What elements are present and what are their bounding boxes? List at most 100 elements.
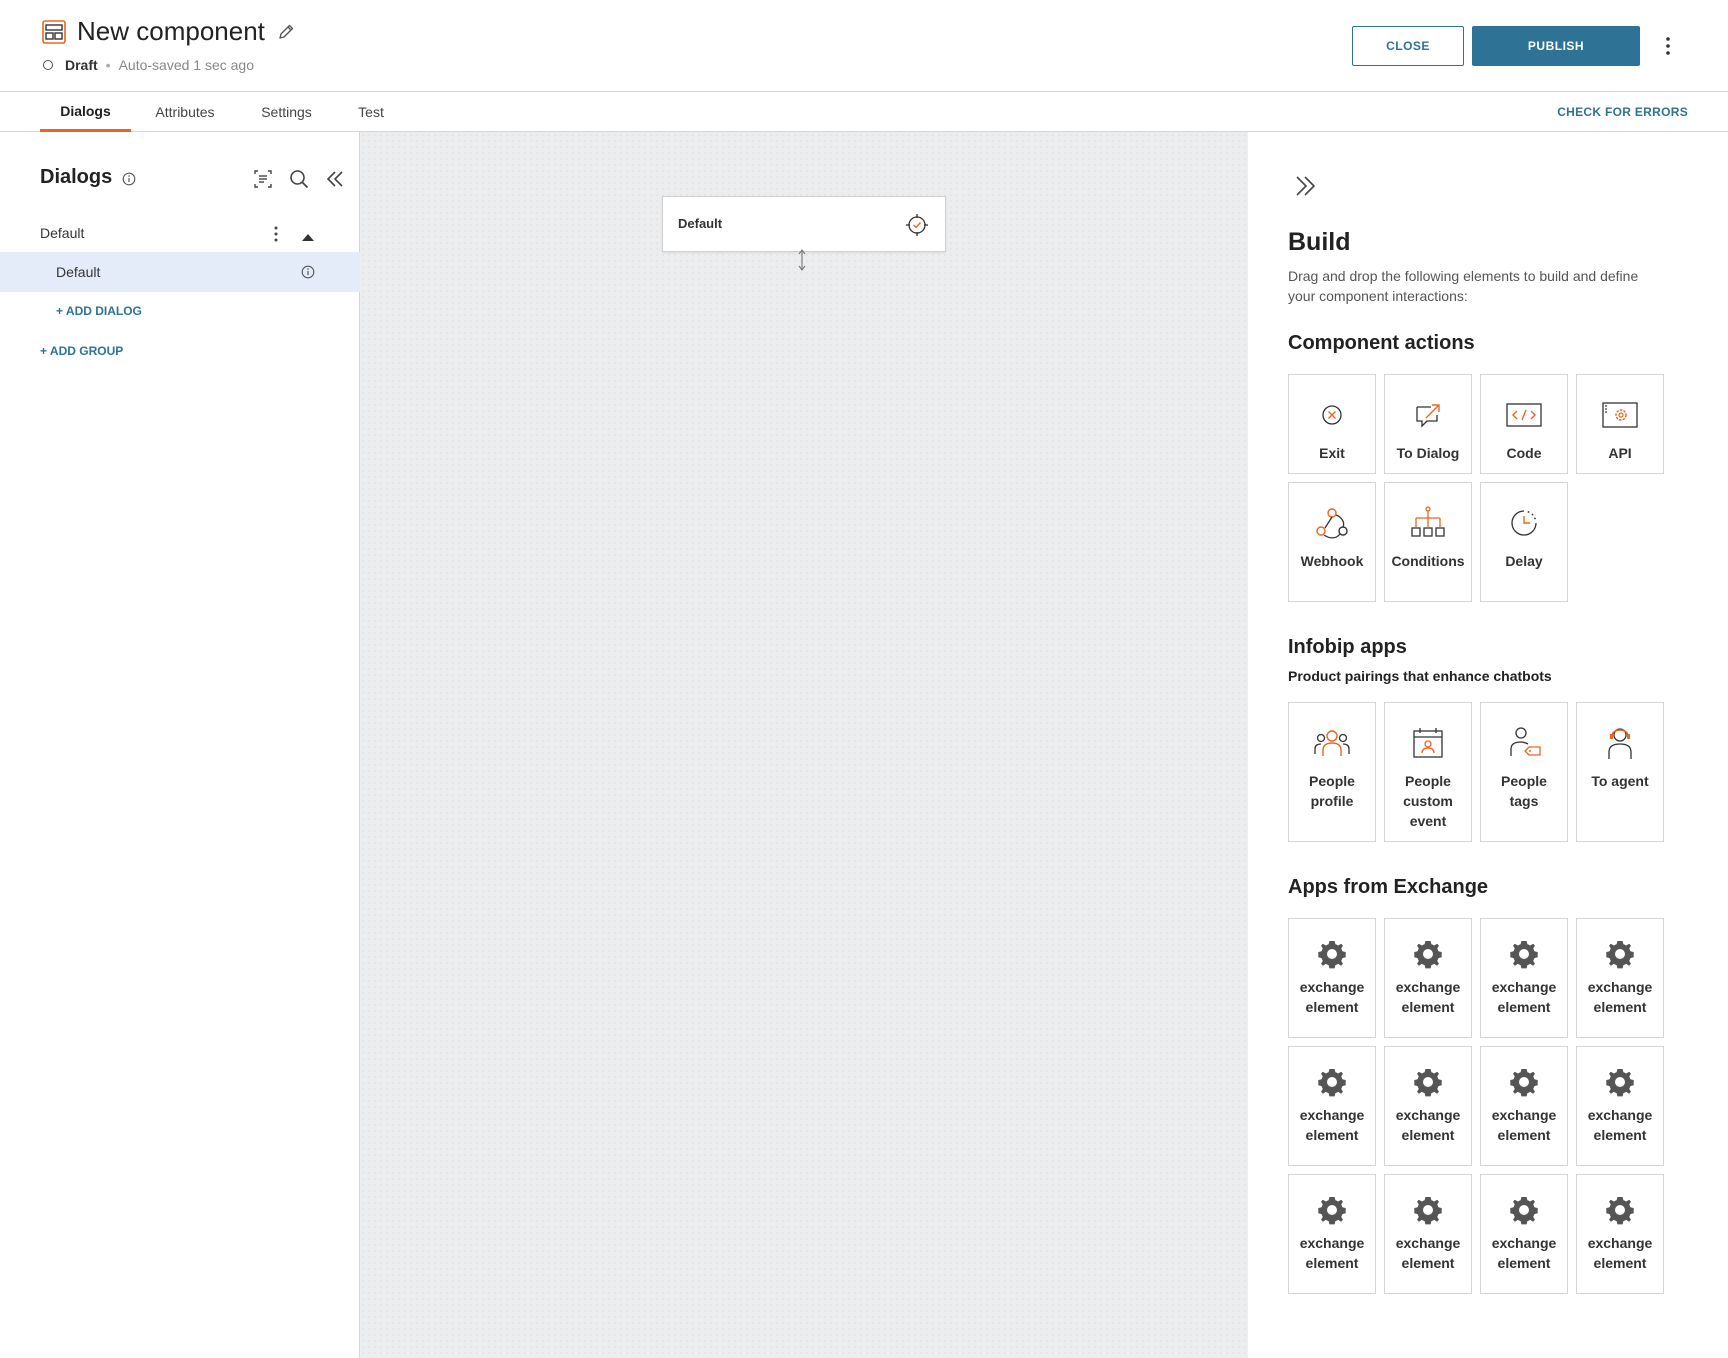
code-icon — [1504, 395, 1544, 435]
delay-element[interactable]: Delay — [1480, 482, 1568, 602]
sidebar-toolbar — [252, 168, 346, 190]
code-element[interactable]: Code — [1480, 374, 1568, 474]
search-icon[interactable] — [288, 168, 310, 190]
publish-button[interactable]: PUBLISH — [1472, 26, 1640, 66]
exchange-element-card[interactable]: exchange element — [1576, 918, 1664, 1038]
element-label: exchange element — [1299, 1107, 1365, 1143]
element-label: People tags — [1501, 773, 1547, 809]
element-label: To agent — [1591, 773, 1649, 789]
info-icon[interactable] — [122, 172, 136, 186]
build-description: Drag and drop the following elements to … — [1288, 268, 1639, 304]
page-title: New component — [77, 16, 265, 46]
exchange-element-card[interactable]: exchange element — [1384, 1046, 1472, 1166]
group-more-icon[interactable] — [268, 224, 284, 244]
exchange-element-card[interactable]: exchange element — [1576, 1174, 1664, 1294]
expand-panel-icon[interactable] — [1292, 172, 1320, 200]
dialog-info-icon[interactable] — [301, 265, 315, 279]
group-label: Default — [40, 225, 85, 241]
element-label: Code — [1506, 445, 1542, 461]
exchange-element-card[interactable]: exchange element — [1480, 1174, 1568, 1294]
element-label: exchange element — [1395, 1235, 1461, 1271]
api-element[interactable]: API — [1576, 374, 1664, 474]
collapse-sidebar-icon[interactable] — [324, 168, 346, 190]
gear-icon — [1411, 1193, 1445, 1227]
infobip-apps-title: Infobip apps — [1288, 636, 1407, 658]
exchange-element-card[interactable]: exchange element — [1480, 1046, 1568, 1166]
agent-headset-icon — [1600, 723, 1640, 763]
gear-icon — [1603, 1065, 1637, 1099]
add-group-button[interactable]: + ADD GROUP — [40, 344, 123, 358]
gear-icon — [1411, 937, 1445, 971]
check-for-errors-button[interactable]: CHECK FOR ERRORS — [1557, 92, 1688, 132]
element-label: To Dialog — [1396, 445, 1460, 461]
exchange-element-card[interactable]: exchange element — [1384, 918, 1472, 1038]
people-tags-element[interactable]: People tags — [1480, 702, 1568, 842]
gear-icon — [1507, 937, 1541, 971]
element-label: People custom event — [1403, 773, 1453, 829]
dialogs-sidebar: Dialogs Default Default + ADD DIALOG + A… — [0, 132, 360, 1358]
element-label: Webhook — [1300, 553, 1364, 569]
element-label: exchange element — [1395, 1107, 1461, 1143]
gear-icon — [1315, 1065, 1349, 1099]
element-label: exchange element — [1491, 1107, 1557, 1143]
title-row: New component — [41, 16, 295, 47]
exit-element[interactable]: Exit — [1288, 374, 1376, 474]
dialog-group-row[interactable]: Default — [0, 216, 360, 252]
conditions-icon — [1408, 503, 1448, 543]
tab-attributes[interactable]: Attributes — [143, 92, 227, 132]
element-label: People profile — [1309, 773, 1355, 809]
element-label: Conditions — [1391, 553, 1465, 569]
exchange-element-card[interactable]: exchange element — [1576, 1046, 1664, 1166]
element-label: exchange element — [1299, 1235, 1365, 1271]
build-title: Build — [1288, 228, 1351, 256]
exchange-element-card[interactable]: exchange element — [1288, 918, 1376, 1038]
dialog-list-item[interactable]: Default — [0, 252, 360, 292]
component-actions-title: Component actions — [1288, 332, 1475, 354]
exchange-element-card[interactable]: exchange element — [1384, 1174, 1472, 1294]
exchange-element-card[interactable]: exchange element — [1480, 918, 1568, 1038]
people-profile-element[interactable]: People profile — [1288, 702, 1376, 842]
element-label: exchange element — [1299, 979, 1365, 1015]
webhook-icon — [1312, 503, 1352, 543]
more-options-icon[interactable] — [1658, 34, 1678, 58]
tab-bar: Dialogs Attributes Settings Test CHECK F… — [0, 92, 1728, 132]
tab-dialogs[interactable]: Dialogs — [40, 92, 131, 132]
element-label: exchange element — [1491, 979, 1557, 1015]
webhook-element[interactable]: Webhook — [1288, 482, 1376, 602]
element-label: exchange element — [1587, 1107, 1653, 1143]
build-panel: Build Drag and drop the following elemen… — [1248, 132, 1728, 1358]
add-dialog-button[interactable]: + ADD DIALOG — [56, 304, 142, 318]
flow-canvas[interactable]: Default — [360, 132, 1248, 1358]
outline-view-icon[interactable] — [252, 168, 274, 190]
edit-pencil-icon[interactable] — [277, 23, 295, 41]
exchange-apps-title: Apps from Exchange — [1288, 876, 1489, 898]
caret-up-icon[interactable] — [300, 229, 316, 241]
gear-icon — [1603, 937, 1637, 971]
dialog-label: Default — [56, 264, 101, 280]
exchange-element-card[interactable]: exchange element — [1288, 1174, 1376, 1294]
tab-settings[interactable]: Settings — [249, 92, 324, 132]
tab-test[interactable]: Test — [346, 92, 396, 132]
target-check-icon[interactable] — [905, 213, 929, 237]
close-button[interactable]: CLOSE — [1352, 26, 1464, 66]
to-dialog-element[interactable]: To Dialog — [1384, 374, 1472, 474]
app-header: New component Draft • Auto-saved 1 sec a… — [0, 0, 1728, 92]
element-label: exchange element — [1587, 1235, 1653, 1271]
gear-icon — [1315, 1193, 1349, 1227]
people-profile-icon — [1312, 723, 1352, 763]
gear-icon — [1603, 1193, 1637, 1227]
calendar-person-icon — [1408, 723, 1448, 763]
exit-icon — [1312, 395, 1352, 435]
sidebar-title: Dialogs — [40, 166, 113, 188]
dialog-node[interactable]: Default — [662, 196, 946, 252]
exchange-element-card[interactable]: exchange element — [1288, 1046, 1376, 1166]
to-agent-element[interactable]: To agent — [1576, 702, 1664, 842]
connector-handle-icon[interactable] — [796, 248, 808, 272]
people-custom-event-element[interactable]: People custom event — [1384, 702, 1472, 842]
status-separator: • — [105, 57, 111, 73]
conditions-element[interactable]: Conditions — [1384, 482, 1472, 602]
element-label: exchange element — [1491, 1235, 1557, 1271]
api-icon — [1600, 395, 1640, 435]
delay-clock-icon — [1504, 503, 1544, 543]
element-label: exchange element — [1395, 979, 1461, 1015]
